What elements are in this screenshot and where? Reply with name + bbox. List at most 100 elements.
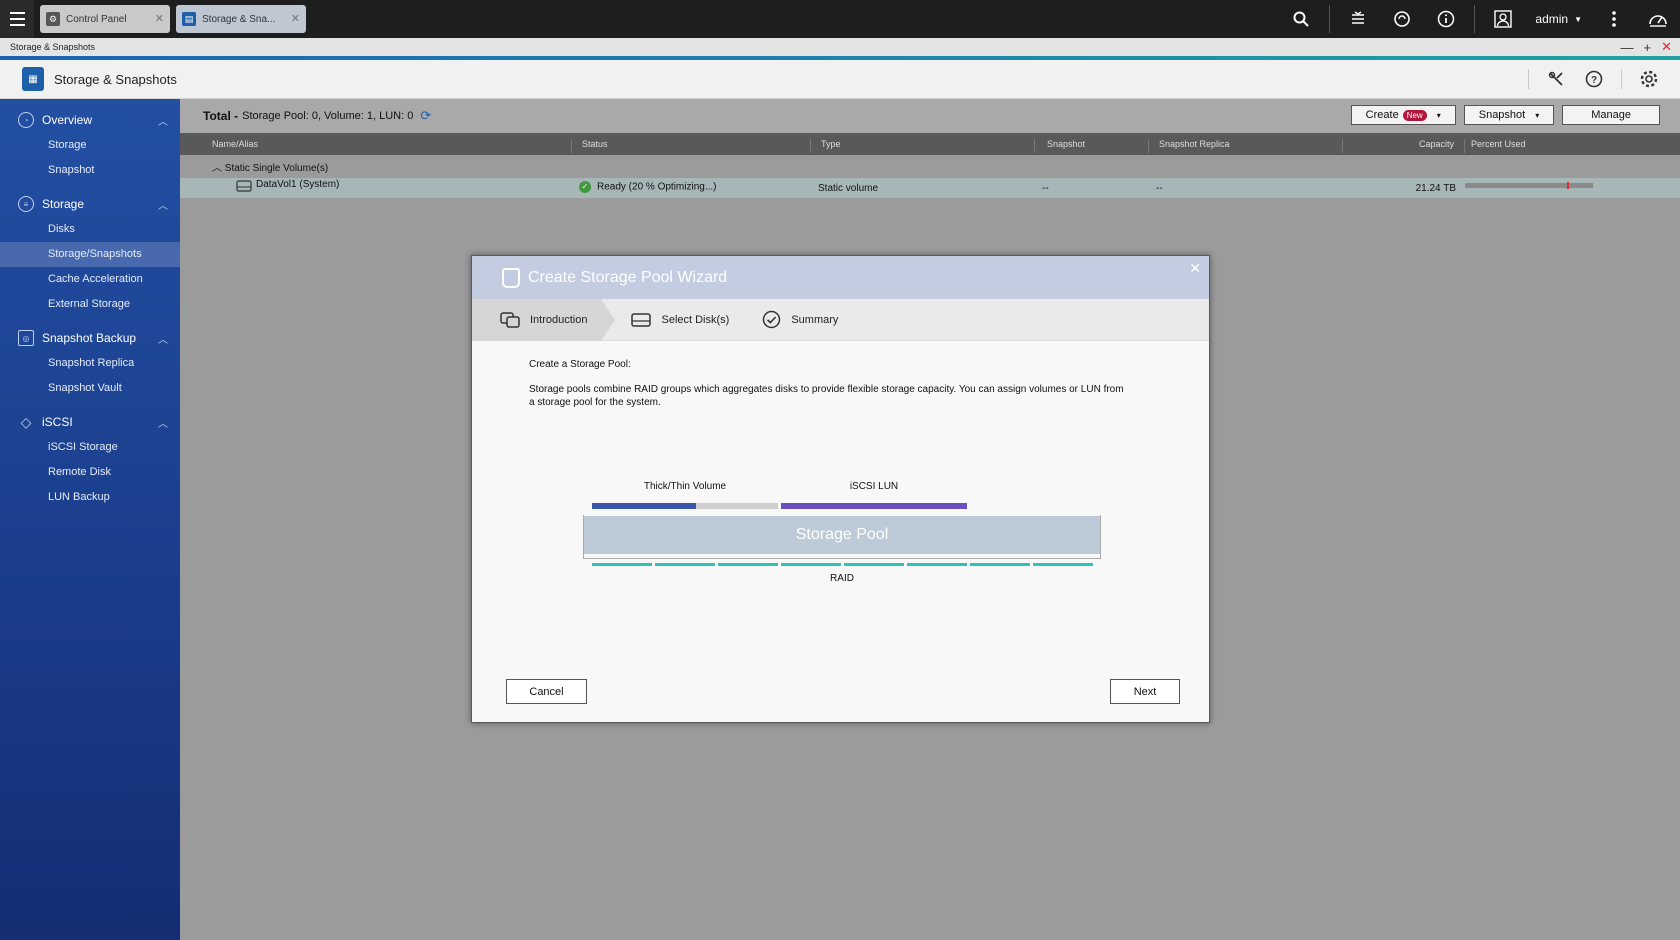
disk-icon xyxy=(631,311,652,329)
menu-icon[interactable] xyxy=(0,0,34,38)
sidebar-item-lun-backup[interactable]: LUN Backup xyxy=(0,485,180,510)
help-icon[interactable]: ? xyxy=(1583,68,1605,90)
sidebar-item-disks[interactable]: Disks xyxy=(0,217,180,242)
iscsi-lun-label: iSCSI LUN xyxy=(849,481,899,492)
table-group-row[interactable]: ︿ Static Single Volume(s) xyxy=(212,159,328,174)
next-button[interactable]: Next xyxy=(1110,679,1180,704)
user-menu[interactable]: admin ▼ xyxy=(1535,12,1582,26)
sidebar-item-external-storage[interactable]: External Storage xyxy=(0,292,180,317)
volume-name: DataVol1 (System) xyxy=(256,179,340,190)
snapshot-label: Snapshot xyxy=(1478,109,1526,121)
sidebar-group-storage[interactable]: ≡ Storage ︿ xyxy=(0,191,180,217)
window-title: Storage & Snapshots xyxy=(10,42,96,52)
column-header-snapshot-replica[interactable]: Snapshot Replica xyxy=(1148,139,1230,153)
sidebar-group-snapshot-backup[interactable]: ◎ Snapshot Backup ︿ xyxy=(0,325,180,351)
database-icon: ≡ xyxy=(18,196,34,212)
tools-icon[interactable] xyxy=(1545,68,1567,90)
info-icon[interactable] xyxy=(1435,8,1457,30)
volume-bar xyxy=(592,503,696,509)
search-icon[interactable] xyxy=(1290,8,1312,30)
dialog-title: Create Storage Pool Wizard xyxy=(528,268,728,286)
snapshot-cell: -- xyxy=(1042,183,1049,194)
window-title-bar: Storage & Snapshots — + ✕ xyxy=(0,38,1680,56)
step-label: Summary xyxy=(791,313,839,326)
sidebar-item-snapshot-vault[interactable]: Snapshot Vault xyxy=(0,376,180,401)
close-icon[interactable]: ✕ xyxy=(291,12,300,25)
table-row[interactable]: DataVol1 (System) ✓ Ready (20 % Optimizin… xyxy=(180,178,1680,198)
sidebar-group-overview[interactable]: ◔ Overview ︿ xyxy=(0,107,180,133)
new-badge: New xyxy=(1402,109,1427,121)
column-header-snapshot[interactable]: Snapshot xyxy=(1034,139,1085,153)
sidebar-item-storage-snapshots[interactable]: Storage/Snapshots xyxy=(0,242,180,267)
sidebar-group-iscsi[interactable]: ◇ iSCSI ︿ xyxy=(0,409,180,435)
raid-segment xyxy=(781,563,841,566)
storage-pool-diagram: Thick/Thin Volume iSCSI LUN Storage Pool… xyxy=(472,341,1211,681)
overview-icon: ◔ xyxy=(18,112,34,128)
username: admin xyxy=(1535,12,1569,26)
chevron-up-icon[interactable]: ︿ xyxy=(158,415,168,430)
raid-segment xyxy=(718,563,778,566)
sync-icon[interactable] xyxy=(1391,8,1413,30)
total-label: Total - xyxy=(203,109,239,123)
create-label: Create xyxy=(1365,109,1399,121)
iscsi-icon: ◇ xyxy=(20,413,32,430)
wizard-steps: Introduction Select Disk(s) Summary xyxy=(472,298,1209,341)
raid-segment xyxy=(592,563,652,566)
taskbar: ⚙ Control Panel ✕ ▤ Storage & Sna... ✕ a… xyxy=(0,0,1680,38)
storage-pool-block: Storage Pool xyxy=(584,516,1100,554)
column-header-percent-used[interactable]: Percent Used xyxy=(1464,139,1526,153)
close-icon[interactable]: ✕ xyxy=(155,12,164,25)
refresh-icon[interactable]: ⟳ xyxy=(420,108,431,124)
close-icon[interactable]: ✕ xyxy=(1189,260,1201,277)
capacity-cell: 21.24 TB xyxy=(1415,183,1456,194)
minimize-icon[interactable]: — xyxy=(1621,40,1634,55)
storage-pool-label: Storage Pool xyxy=(795,526,889,543)
sidebar-item-snapshot-replica[interactable]: Snapshot Replica xyxy=(0,351,180,376)
caret-down-icon[interactable]: ▾ xyxy=(1535,111,1539,120)
stack-icon[interactable] xyxy=(1347,8,1369,30)
step-introduction: Introduction xyxy=(472,298,617,341)
chevron-up-icon[interactable]: ︿ xyxy=(212,163,222,174)
chevron-up-icon[interactable]: ︿ xyxy=(158,331,168,346)
cancel-button[interactable]: Cancel xyxy=(506,679,587,704)
raid-segment xyxy=(907,563,967,566)
sidebar-item-remote-disk[interactable]: Remote Disk xyxy=(0,460,180,485)
column-header-type[interactable]: Type xyxy=(810,139,841,153)
snapshot-button[interactable]: Snapshot ▾ xyxy=(1463,105,1555,125)
percent-used-bar xyxy=(1465,182,1593,189)
sidebar-item-storage[interactable]: Storage xyxy=(0,133,180,158)
maximize-icon[interactable]: + xyxy=(1644,40,1652,55)
tab-label: Control Panel xyxy=(66,13,127,25)
divider xyxy=(1474,5,1476,33)
usage-marker xyxy=(1567,182,1570,189)
sidebar-item-snapshot[interactable]: Snapshot xyxy=(0,158,180,183)
more-options-icon[interactable] xyxy=(1603,8,1625,30)
close-icon[interactable]: ✕ xyxy=(1661,39,1672,55)
column-header-name[interactable]: Name/Alias xyxy=(212,139,258,153)
create-button[interactable]: Create New ▾ xyxy=(1350,105,1456,125)
table-header: Name/Alias Status Type Snapshot Snapshot… xyxy=(180,133,1680,155)
raid-segment xyxy=(970,563,1030,566)
tab-storage-snapshots[interactable]: ▤ Storage & Sna... ✕ xyxy=(176,5,306,33)
column-header-capacity[interactable]: Capacity xyxy=(1342,139,1462,153)
user-icon[interactable] xyxy=(1492,8,1514,30)
column-header-status[interactable]: Status xyxy=(571,139,608,153)
caret-down-icon[interactable]: ▾ xyxy=(1437,111,1441,120)
dialog-body: Create a Storage Pool: Storage pools com… xyxy=(472,341,1209,681)
sidebar-item-iscsi-storage[interactable]: iSCSI Storage xyxy=(0,435,180,460)
status-text: Ready (20 % Optimizing...) xyxy=(597,181,717,193)
stack-icon xyxy=(500,311,520,329)
app-title: Storage & Snapshots xyxy=(54,71,177,87)
manage-button[interactable]: Manage xyxy=(1562,105,1660,125)
sidebar-group-label: Snapshot Backup xyxy=(42,331,137,345)
sidebar-group-label: Overview xyxy=(42,113,93,127)
chevron-up-icon[interactable]: ︿ xyxy=(158,113,168,128)
sidebar-group-label: iSCSI xyxy=(42,415,73,429)
sidebar-item-cache-acceleration[interactable]: Cache Acceleration xyxy=(0,267,180,292)
dashboard-icon[interactable] xyxy=(1647,8,1669,30)
manage-label: Manage xyxy=(1591,109,1631,121)
tab-control-panel[interactable]: ⚙ Control Panel ✕ xyxy=(40,5,170,33)
summary-bar: Total - Storage Pool: 0, Volume: 1, LUN:… xyxy=(180,99,1680,133)
chevron-up-icon[interactable]: ︿ xyxy=(158,197,168,212)
gear-icon[interactable] xyxy=(1638,68,1660,90)
